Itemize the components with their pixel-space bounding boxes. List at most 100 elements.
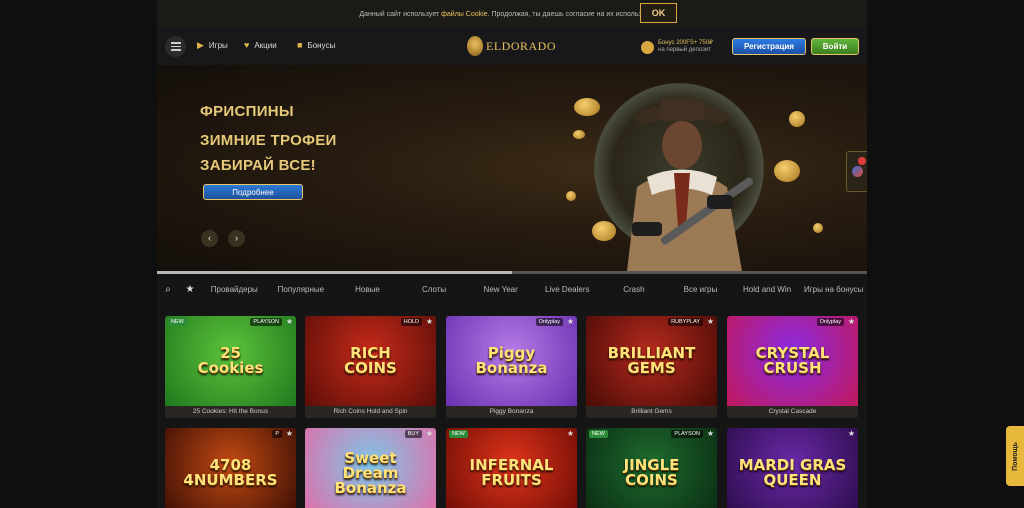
hero-line2: ЗИМНИЕ ТРОФЕИ [200,132,337,149]
game-thumbnail: RICH COINS [305,316,436,406]
favorites-star-icon[interactable]: ★ [179,284,201,295]
provider-badge: P [272,430,282,438]
hero-next-arrow-icon[interactable]: › [228,230,245,247]
cookie-ok-button[interactable]: OK [640,3,677,23]
game-art-title: 25 Cookies [197,344,264,377]
wheel-icon [852,166,863,177]
menu-icon-line [170,42,181,44]
game-tile[interactable]: CRYSTAL CRUSH Onlyplay ★ Crystal Cascade [727,316,858,418]
game-thumbnail: JINGLE COINS [586,428,717,508]
tab-live-dealers[interactable]: Live Dealers [534,285,601,294]
tab-new[interactable]: Новые [334,285,401,294]
hero-more-button[interactable]: Подробнее [203,184,303,200]
cookie-link[interactable]: файлы Cookie [441,11,487,18]
game-art-title: CRYSTAL CRUSH [755,344,830,377]
cookie-text-after: . Продолжая, ты даешь согласие на их исп… [487,10,665,18]
game-art-title: JINGLE COINS [623,456,680,489]
game-tile[interactable]: INFERNAL FRUITS NEW ★ [446,428,577,508]
game-tile[interactable]: BRILLIANT GEMS RUBYPLAY ★ Brilliant Gems [586,316,717,418]
coin-icon [789,111,805,127]
game-art-title: Piggy Bonanza [475,344,548,377]
hero-slide-progress-fill [157,271,512,274]
game-tile[interactable]: 4708 4NUMBERS P ★ [165,428,296,508]
page-frame: Данный сайт использует файлы Cookie. Про… [157,0,867,508]
bonus-line2: на первый депозит [658,47,711,53]
favorite-star-icon[interactable]: ★ [286,317,293,326]
favorite-star-icon[interactable]: ★ [426,429,433,438]
gift-icon: ■ [297,40,303,50]
game-thumbnail: 25 Cookies [165,316,296,406]
game-art-title: MARDI GRAS QUEEN [738,456,847,489]
tab-providers[interactable]: Провайдеры [201,285,268,294]
menu-icon-line [170,45,181,48]
logo-emblem-icon [467,36,483,56]
provider-badge: Onlyplay [535,318,563,326]
game-thumbnail: MARDI GRAS QUEEN [727,428,858,508]
tab-all-games[interactable]: Все игры [667,285,734,294]
help-label: Помощь [1011,441,1019,471]
hero-banner: ФРИСПИНЫ ЗИМНИЕ ТРОФЕИ ЗАБИРАЙ ВСЕ! Подр… [157,65,867,271]
provider-badge: RUBYPLAY [668,318,703,326]
game-thumbnail: Sweet Dream Bonanza [305,428,436,508]
coin-icon [573,130,585,139]
coin-icon [574,98,600,116]
tab-new-year[interactable]: New Year [467,285,534,294]
register-button[interactable]: Регистрация [732,38,806,55]
provider-badge: HOLD [400,318,422,326]
game-thumbnail: CRYSTAL CRUSH [727,316,858,406]
favorite-star-icon[interactable]: ★ [848,429,855,438]
game-tile[interactable]: MARDI GRAS QUEEN ★ [727,428,858,508]
menu-button[interactable] [165,36,186,57]
game-art-title: BRILLIANT GEMS [607,344,696,377]
favorite-star-icon[interactable]: ★ [707,317,714,326]
provider-badge: PLAYSON [671,430,703,438]
favorite-star-icon[interactable]: ★ [567,429,574,438]
hero-prev-arrow-icon[interactable]: ‹ [201,230,218,247]
game-tile[interactable]: Sweet Dream Bonanza BUY ★ [305,428,436,508]
tab-bonus-games[interactable]: Игры на бонусы [800,285,867,294]
help-tab-button[interactable]: Помощь [1006,426,1024,486]
play-icon: ▶ [197,40,204,50]
welcome-bonus[interactable]: Бонус 200FS+ 750₽ на первый депозит [641,37,721,57]
favorite-star-icon[interactable]: ★ [426,317,433,326]
new-badge: NEW [449,430,468,438]
search-icon[interactable]: ⌕ [157,284,179,295]
site-logo[interactable]: ELDORADO [467,34,559,58]
game-title: 25 Cookies: Hit the Bonus [165,406,296,418]
favorite-star-icon[interactable]: ★ [848,317,855,326]
coin-icon [813,223,823,233]
nav-games[interactable]: ▶ Игры [197,40,228,51]
game-title: Piggy Bonanza [446,406,577,418]
notification-badge [858,157,866,165]
tab-crash[interactable]: Crash [601,285,668,294]
game-title: Crystal Cascade [727,406,858,418]
bonus-text: Бонус 200FS+ 750₽ на первый депозит [658,40,713,54]
game-tile[interactable]: 25 Cookies NEW PLAYSON ★ 25 Cookies: Hit the… [165,316,296,418]
game-thumbnail: BRILLIANT GEMS [586,316,717,406]
game-tile[interactable]: RICH COINS HOLD ★ Rich Coins Hold and Spin [305,316,436,418]
tab-popular[interactable]: Популярные [268,285,335,294]
bonus-line1: Бонус 200FS+ 750₽ [658,40,713,46]
nav-bonuses[interactable]: ■ Бонусы [297,40,335,50]
game-tile[interactable]: Piggy Bonanza Onlyplay ★ Piggy Bonanza [446,316,577,418]
hero-slide-progress [157,271,867,274]
new-badge: NEW [168,318,187,326]
cookie-bar: Данный сайт использует файлы Cookie. Про… [157,0,867,28]
game-thumbnail: 4708 4NUMBERS [165,428,296,508]
game-thumbnail: INFERNAL FRUITS [446,428,577,508]
nav-games-label: Игры [208,41,228,50]
game-tile[interactable]: JINGLE COINS NEW PLAYSON ★ [586,428,717,508]
nav-promotions[interactable]: ♥ Акции [244,40,277,50]
hero-line3: ЗАБИРАЙ ВСЕ! [200,157,316,174]
favorite-star-icon[interactable]: ★ [707,429,714,438]
game-art-title: RICH COINS [344,344,397,377]
side-widget-button[interactable] [846,151,867,192]
provider-badge: PLAYSON [250,318,282,326]
tab-hold-and-win[interactable]: Hold and Win [734,285,801,294]
login-button[interactable]: Войти [811,38,859,55]
cowboy-illustration [627,99,754,271]
tab-slots[interactable]: Слоты [401,285,468,294]
favorite-star-icon[interactable]: ★ [567,317,574,326]
cookie-text: Данный сайт использует файлы Cookie. Про… [359,11,664,18]
favorite-star-icon[interactable]: ★ [286,429,293,438]
